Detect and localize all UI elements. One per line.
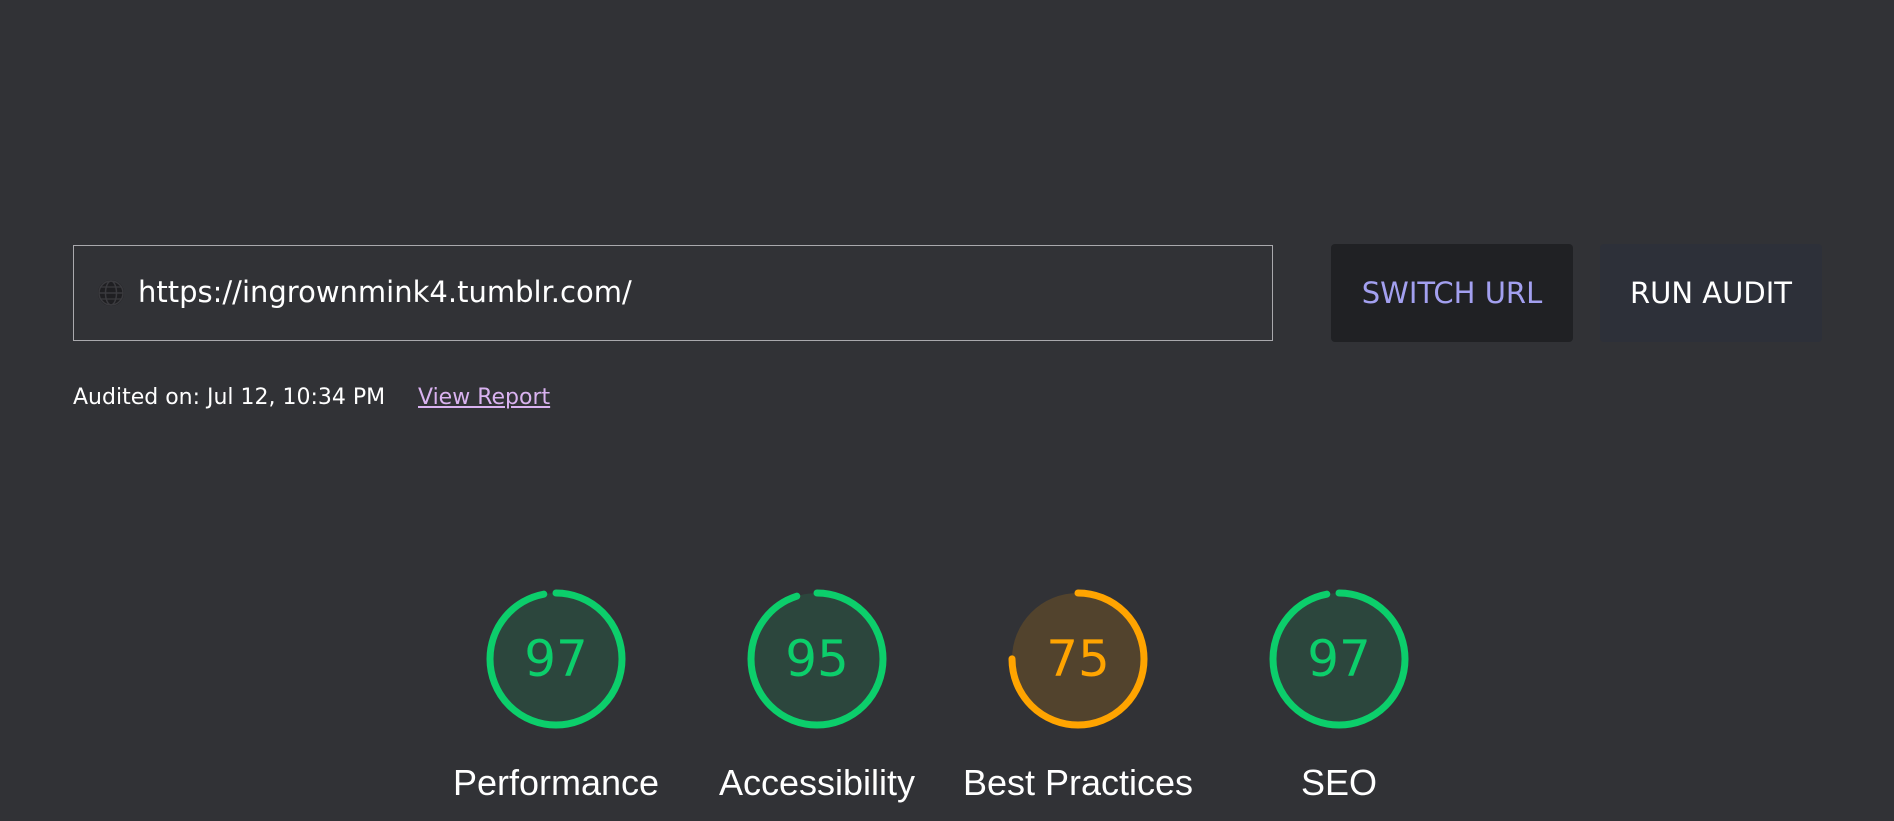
url-input[interactable]: https://ingrownmink4.tumblr.com/	[73, 245, 1273, 341]
gauge-label: Best Practices	[962, 762, 1194, 803]
score-gauge-seo[interactable]: 97	[1264, 584, 1414, 734]
gauge-label: Performance	[452, 762, 660, 803]
score-gauge-performance[interactable]: 97	[481, 584, 631, 734]
score-gauge-accessibility[interactable]: 95	[742, 584, 892, 734]
gauge-label: SEO	[1300, 762, 1378, 803]
gauge-score: 95	[785, 630, 849, 688]
gauge-label: Accessibility	[718, 762, 916, 803]
audited-on-text: Audited on: Jul 12, 10:34 PM	[73, 385, 386, 410]
globe-icon	[98, 280, 124, 306]
audit-page: https://ingrownmink4.tumblr.com/ SWITCH …	[0, 0, 1894, 821]
gauge-score: 75	[1046, 630, 1110, 688]
gauge-score: 97	[1307, 630, 1371, 688]
url-value[interactable]: https://ingrownmink4.tumblr.com/	[138, 272, 632, 312]
run-audit-button[interactable]: RUN AUDIT	[1600, 244, 1822, 342]
gauge-score: 97	[524, 630, 588, 688]
score-gauge-best-practices[interactable]: 75	[1003, 584, 1153, 734]
switch-url-button[interactable]: SWITCH URL	[1331, 244, 1573, 342]
view-report-link[interactable]: View Report	[418, 384, 550, 412]
